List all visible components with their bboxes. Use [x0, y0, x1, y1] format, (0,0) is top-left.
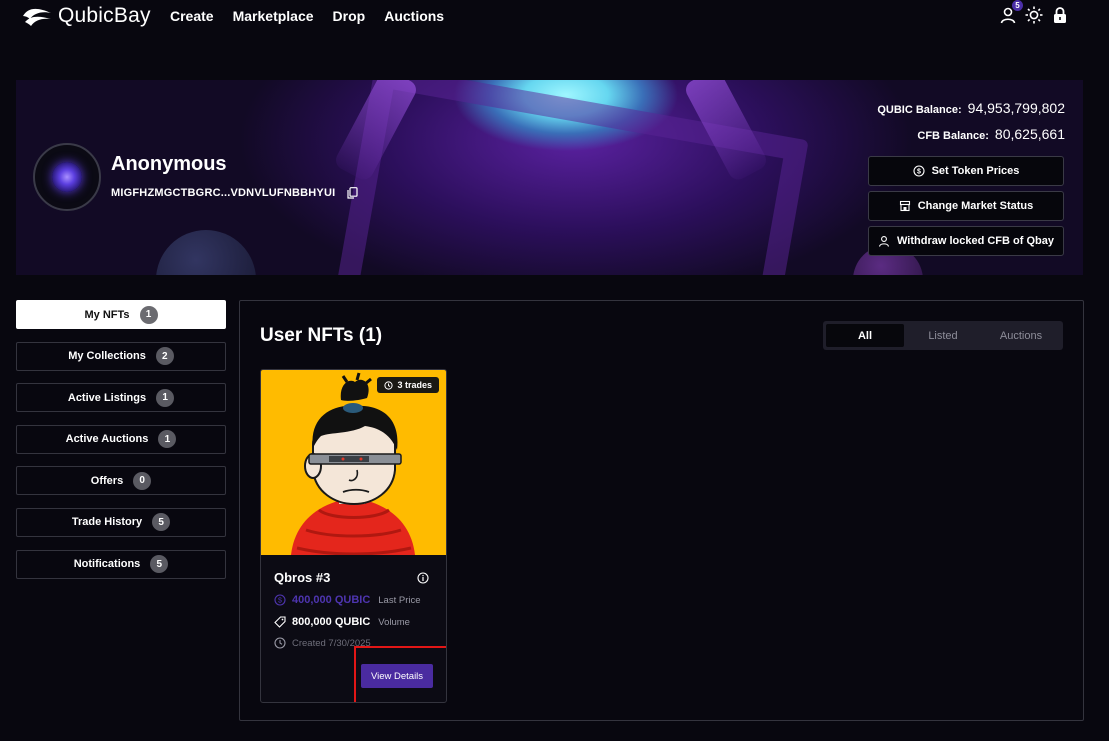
history-icon [384, 380, 394, 390]
top-nav: QubicBay Create Marketplace Drop Auction… [0, 0, 1109, 32]
sidebar-item-label: Trade History [71, 516, 143, 529]
withdraw-cfb-button[interactable]: Withdraw locked CFB of Qbay [868, 226, 1064, 256]
sidebar-item-active-auctions[interactable]: Active Auctions 1 [16, 424, 226, 454]
sidebar-item-label: Active Listings [67, 391, 147, 404]
svg-text:$: $ [917, 169, 921, 176]
qubic-balance-value: 94,953,799,802 [967, 100, 1065, 116]
count-badge: 5 [152, 513, 171, 532]
last-price-label: Last Price [378, 594, 421, 606]
nft-name: Qbros #3 [274, 570, 331, 585]
nft-artwork [291, 372, 415, 555]
sidebar-item-label: Offers [90, 474, 124, 487]
user-icon [878, 236, 890, 247]
created-row: Created 7/30/2025 [274, 637, 371, 649]
cfb-balance-value: 80,625,661 [994, 126, 1065, 142]
count-badge: 0 [133, 471, 152, 490]
cfb-balance-label: CFB Balance: [917, 130, 989, 142]
profile-name: Anonymous [111, 153, 227, 175]
info-icon[interactable] [417, 572, 429, 584]
banner-orb [156, 230, 256, 275]
sidebar-item-label: My Collections [68, 350, 146, 363]
balances: QUBIC Balance: 94,953,799,802 CFB Balanc… [877, 100, 1065, 152]
dollar-circle-icon: $ [913, 165, 925, 177]
user-nfts-panel: User NFTs (1) All Listed Auctions 3 trad… [239, 300, 1084, 721]
count-badge: 2 [155, 347, 174, 366]
tab-all[interactable]: All [826, 324, 904, 347]
withdraw-cfb-label: Withdraw locked CFB of Qbay [897, 235, 1054, 247]
nft-image[interactable]: 3 trades [261, 370, 446, 555]
tag-icon [274, 616, 286, 628]
lock-icon[interactable] [1051, 6, 1069, 24]
profile-sidebar: My NFTs 1 My Collections 2 Active Listin… [16, 300, 226, 591]
nav-create[interactable]: Create [170, 8, 214, 24]
sidebar-item-my-collections[interactable]: My Collections 2 [16, 341, 226, 371]
sidebar-item-label: My NFTs [84, 308, 130, 321]
volume-value: 800,000 QUBIC [292, 616, 371, 628]
avatar [33, 143, 101, 211]
svg-text:$: $ [278, 598, 282, 605]
nav-marketplace[interactable]: Marketplace [233, 8, 314, 24]
wallet-address: MIGFHZMGCTBGRC...VDNVLUFNBBHYUI [111, 187, 358, 199]
wave-logo-icon [23, 8, 51, 26]
last-price-value: 400,000 QUBIC [292, 594, 371, 606]
sidebar-item-my-nfts[interactable]: My NFTs 1 [16, 300, 226, 329]
set-token-prices-label: Set Token Prices [931, 165, 1020, 177]
nav-auctions[interactable]: Auctions [384, 8, 444, 24]
count-badge: 1 [139, 305, 158, 324]
dollar-circle-icon: $ [274, 594, 286, 606]
volume-label: Volume [378, 616, 410, 628]
notification-badge: 5 [1012, 0, 1023, 11]
nft-card[interactable]: 3 trades Qbros #3 $ 400,000 QUBIC Last P… [260, 369, 447, 703]
tab-listed[interactable]: Listed [904, 324, 982, 347]
count-badge: 1 [158, 430, 177, 449]
nav-drop[interactable]: Drop [333, 8, 366, 24]
brand-logo[interactable]: QubicBay [22, 4, 151, 28]
volume-row: 800,000 QUBIC Volume [274, 616, 410, 628]
copy-icon[interactable] [347, 187, 358, 199]
brand-name: QubicBay [58, 4, 151, 27]
profile-banner: Anonymous MIGFHZMGCTBGRC...VDNVLUFNBBHYU… [16, 80, 1083, 275]
trades-count: 3 trades [397, 380, 432, 390]
sidebar-item-trade-history[interactable]: Trade History 5 [16, 507, 226, 537]
wallet-address-text: MIGFHZMGCTBGRC...VDNVLUFNBBHYUI [111, 187, 336, 199]
last-price-row: $ 400,000 QUBIC Last Price [274, 594, 421, 606]
created-date: Created 7/30/2025 [292, 637, 371, 649]
view-details-button[interactable]: View Details [361, 664, 433, 688]
filter-tabs: All Listed Auctions [823, 321, 1063, 350]
trades-badge: 3 trades [377, 377, 439, 393]
page-title: User NFTs (1) [260, 325, 383, 346]
sidebar-item-active-listings[interactable]: Active Listings 1 [16, 383, 226, 413]
count-badge: 5 [150, 555, 169, 574]
qubic-balance-label: QUBIC Balance: [877, 104, 962, 116]
tab-auctions[interactable]: Auctions [982, 324, 1060, 347]
sidebar-item-label: Active Auctions [65, 433, 149, 446]
sidebar-item-notifications[interactable]: Notifications 5 [16, 549, 226, 579]
sidebar-item-offers[interactable]: Offers 0 [16, 466, 226, 496]
change-market-status-button[interactable]: Change Market Status [868, 191, 1064, 221]
set-token-prices-button[interactable]: $ Set Token Prices [868, 156, 1064, 186]
count-badge: 1 [156, 388, 175, 407]
sun-icon[interactable] [1025, 6, 1043, 24]
clock-icon [274, 637, 286, 649]
avatar-image [52, 162, 82, 192]
user-icon[interactable]: 5 [999, 0, 1023, 24]
sidebar-item-label: Notifications [73, 558, 141, 571]
change-market-status-label: Change Market Status [917, 200, 1034, 212]
store-icon [899, 200, 910, 212]
